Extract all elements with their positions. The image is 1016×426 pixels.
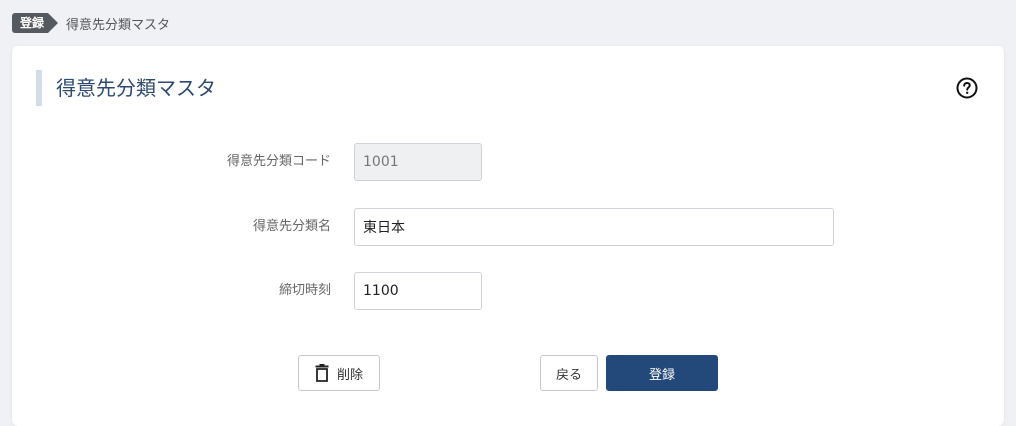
form-card: 得意先分類マスタ 得意先分類コード 得意先分類名 締切時刻 削除 戻る 登録 bbox=[12, 46, 1004, 426]
breadcrumb-current: 得意先分類マスタ bbox=[66, 17, 171, 33]
back-button[interactable]: 戻る bbox=[540, 355, 598, 391]
cutoff-field[interactable] bbox=[354, 272, 482, 310]
form-row-code: 得意先分類コード bbox=[12, 143, 1004, 181]
page-title: 得意先分類マスタ bbox=[56, 76, 216, 100]
question-circle-icon[interactable] bbox=[956, 77, 978, 99]
cutoff-label: 締切時刻 bbox=[278, 283, 331, 298]
form-row-cutoff: 締切時刻 bbox=[12, 272, 1004, 310]
submit-button-label: 登録 bbox=[648, 367, 675, 383]
submit-button[interactable]: 登録 bbox=[606, 355, 718, 391]
delete-button-label: 削除 bbox=[336, 367, 363, 383]
back-button-label: 戻る bbox=[555, 367, 582, 383]
name-label: 得意先分類名 bbox=[252, 219, 331, 234]
code-label: 得意先分類コード bbox=[226, 154, 331, 169]
title-accent-bar bbox=[36, 70, 42, 106]
name-field[interactable] bbox=[354, 208, 834, 246]
breadcrumb-badge[interactable]: 登録 bbox=[12, 13, 59, 33]
breadcrumb: 登録 得意先分類マスタ bbox=[12, 12, 170, 34]
trash-icon bbox=[315, 364, 329, 382]
form-row-name: 得意先分類名 bbox=[12, 208, 1004, 246]
delete-button[interactable]: 削除 bbox=[298, 355, 380, 391]
code-field[interactable] bbox=[354, 143, 482, 181]
